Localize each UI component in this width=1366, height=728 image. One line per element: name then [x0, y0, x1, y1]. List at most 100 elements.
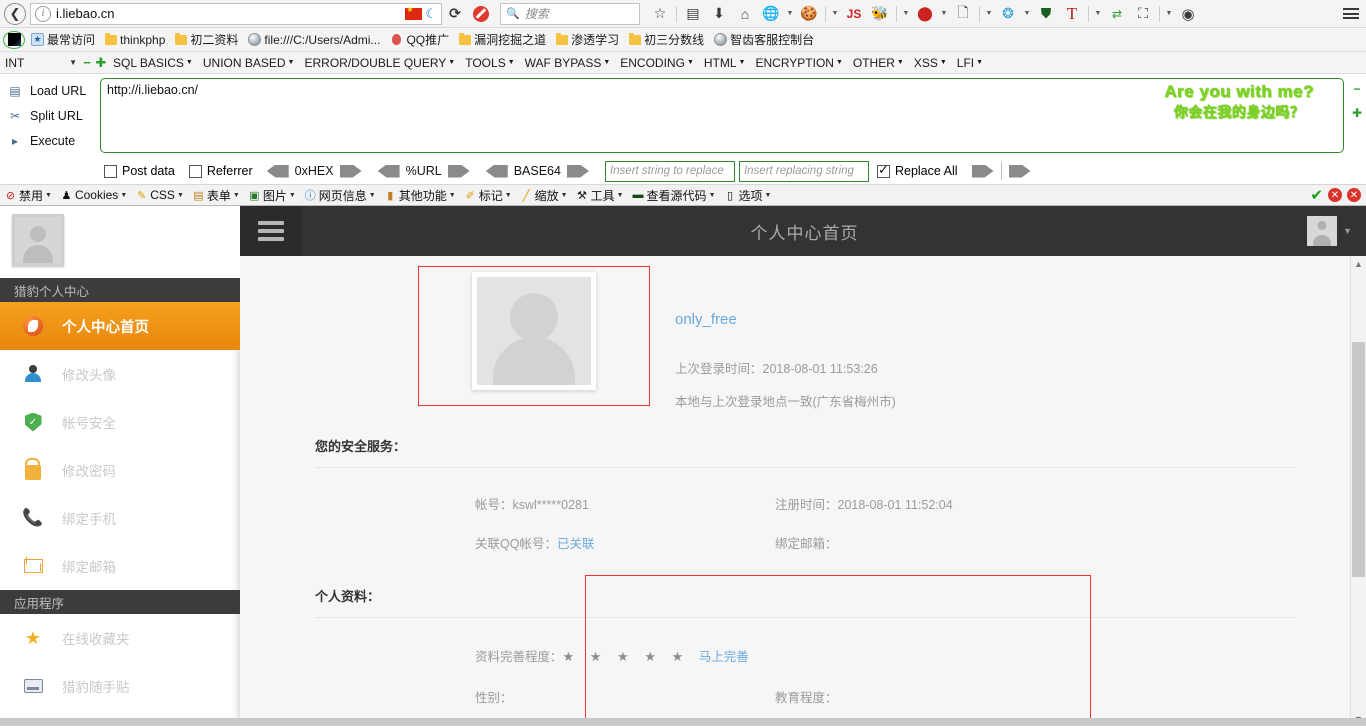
sidebar-item-online-favorites[interactable]: ★ 在线收藏夹: [0, 614, 240, 662]
sidebar-avatar[interactable]: [0, 206, 240, 278]
scroll-up-arrow-icon[interactable]: ▲: [1351, 256, 1366, 271]
wd-tools[interactable]: ⚒ 工具 ▼: [572, 187, 628, 204]
load-url-button[interactable]: ▤ Load URL: [0, 78, 100, 103]
wd-options[interactable]: ▯ 选项 ▼: [720, 187, 776, 204]
bookmark-item[interactable]: 渗透学习: [552, 30, 623, 49]
avatar[interactable]: [12, 214, 64, 266]
improve-profile-link[interactable]: 马上完善: [699, 650, 749, 664]
referrer-checkbox[interactable]: Referrer: [188, 164, 253, 178]
arrow-right-icon[interactable]: [339, 164, 362, 178]
replace-from-input[interactable]: Insert string to replace: [604, 160, 735, 182]
wd-forms[interactable]: ▤ 表单 ▼: [188, 187, 244, 204]
wd-outline[interactable]: ✐ 标记 ▼: [460, 187, 516, 204]
moon-icon[interactable]: ☾: [425, 6, 437, 22]
replace-all-checkbox[interactable]: Replace All: [876, 162, 958, 178]
menu-encryption[interactable]: ENCRYPTION ▼: [750, 56, 847, 70]
swirl-icon[interactable]: ❂: [996, 2, 1020, 26]
chevron-down-icon[interactable]: ▼: [830, 10, 840, 17]
plus-button[interactable]: ✚: [94, 55, 108, 71]
scrollbar-thumb[interactable]: [1352, 342, 1365, 577]
plus-button[interactable]: ✚: [1352, 106, 1362, 120]
wd-disable[interactable]: ⊘ 禁用 ▼: [0, 187, 56, 204]
int-type-select[interactable]: INT ▼: [0, 56, 80, 70]
menu-waf-bypass[interactable]: WAF BYPASS ▼: [520, 56, 616, 70]
china-flag-icon[interactable]: [405, 5, 423, 20]
sidebar-item-home[interactable]: 个人中心首页: [0, 302, 240, 350]
menu-sql-basics[interactable]: SQL BASICS ▼: [108, 56, 198, 70]
qq-status-link[interactable]: 已关联: [557, 537, 595, 551]
wd-resize[interactable]: ╱ 缩放 ▼: [516, 187, 572, 204]
url-encoder[interactable]: %URL: [377, 164, 470, 178]
menu-tools[interactable]: TOOLS ▼: [460, 56, 519, 70]
sidebar-item-change-avatar[interactable]: 修改头像: [0, 350, 240, 398]
sidebar-item-bind-email[interactable]: 绑定邮箱: [0, 542, 240, 590]
star-icon[interactable]: ☆: [648, 2, 672, 26]
hex-encoder[interactable]: 0xHEX: [266, 164, 362, 178]
menu-error-double-query[interactable]: ERROR/DOUBLE QUERY ▼: [299, 56, 460, 70]
cookie-icon[interactable]: 🍪: [797, 2, 821, 26]
base64-encoder[interactable]: BASE64: [485, 164, 589, 178]
arrow-left-icon[interactable]: [485, 164, 508, 178]
bookmark-item[interactable]: 智齿客服控制台: [710, 30, 818, 49]
red-shield-icon[interactable]: ⬤: [913, 2, 937, 26]
wd-page-info[interactable]: ⓘ 网页信息 ▼: [300, 187, 380, 204]
vertical-scrollbar[interactable]: ▲ ▼: [1350, 256, 1366, 726]
replace-to-input[interactable]: Insert replacing string: [738, 160, 869, 182]
library-icon[interactable]: ▤: [681, 2, 705, 26]
arrow-right-icon[interactable]: [447, 164, 470, 178]
chevron-down-icon[interactable]: ▼: [1343, 226, 1352, 236]
globe-icon[interactable]: 🌐: [759, 2, 783, 26]
bookmark-item[interactable]: file:///C:/Users/Admi...: [244, 32, 384, 48]
chrome-icon[interactable]: ◉: [1176, 2, 1200, 26]
bookmark-item[interactable]: 漏洞挖掘之道: [455, 30, 550, 49]
bookmark-item[interactable]: 初二资料: [171, 30, 242, 49]
green-shield-icon[interactable]: ⛊: [1034, 2, 1058, 26]
page-icon[interactable]: 🗋: [951, 2, 975, 26]
chevron-down-icon[interactable]: ▼: [939, 10, 949, 17]
wd-css[interactable]: ✎ CSS ▼: [131, 188, 188, 202]
sidebar-item-bind-phone[interactable]: 📞 绑定手机: [0, 494, 240, 542]
replace-apply-arrow-icon-2[interactable]: [1008, 164, 1031, 178]
chevron-down-icon[interactable]: ▼: [1164, 10, 1174, 17]
bug-icon[interactable]: 🐝: [868, 2, 892, 26]
download-icon[interactable]: ⬇: [707, 2, 731, 26]
js-icon[interactable]: JS: [842, 2, 866, 26]
menu-xss[interactable]: XSS ▼: [909, 56, 952, 70]
sidebar-item-account-security[interactable]: ✓ 帐号安全: [0, 398, 240, 446]
minus-button[interactable]: −: [1353, 82, 1360, 96]
back-button[interactable]: ❮: [2, 1, 28, 27]
split-url-button[interactable]: ✂ Split URL: [0, 103, 100, 128]
tamper-data-icon[interactable]: T: [1060, 2, 1084, 26]
execute-button[interactable]: ▸ Execute: [0, 128, 100, 153]
site-info-icon[interactable]: i: [35, 5, 51, 22]
bookmark-item[interactable]: QQ推广: [386, 30, 453, 49]
home-icon[interactable]: ⌂: [733, 2, 757, 26]
exchange-arrows-icon[interactable]: ⇄: [1105, 2, 1129, 26]
crop-icon[interactable]: ⛶: [1131, 2, 1155, 26]
menu-union-based[interactable]: UNION BASED ▼: [198, 56, 300, 70]
wd-cookies[interactable]: ♟ Cookies ▼: [56, 188, 131, 202]
post-data-checkbox[interactable]: Post data: [104, 164, 175, 178]
minus-button[interactable]: −: [80, 55, 94, 70]
bookmark-item[interactable]: thinkphp: [101, 32, 169, 48]
bookmark-logo-icon[interactable]: [3, 30, 25, 49]
sidebar-toggle-button[interactable]: [240, 206, 302, 256]
sidebar-item-sticky-note[interactable]: 猎豹随手贴: [0, 662, 240, 710]
chevron-down-icon[interactable]: ▼: [901, 10, 911, 17]
wd-view-source[interactable]: ▬ 查看源代码 ▼: [628, 187, 720, 204]
username[interactable]: only_free: [675, 311, 896, 328]
close-icon-2[interactable]: ✕: [1347, 188, 1361, 202]
menu-other[interactable]: OTHER ▼: [848, 56, 909, 70]
arrow-left-icon[interactable]: [266, 164, 289, 178]
chevron-down-icon[interactable]: ▼: [785, 10, 795, 17]
chevron-down-icon[interactable]: ▼: [1093, 10, 1103, 17]
arrow-left-icon[interactable]: [377, 164, 400, 178]
reload-button[interactable]: ⟳: [442, 1, 468, 27]
chevron-down-icon[interactable]: ▼: [984, 10, 994, 17]
check-icon[interactable]: ✔: [1310, 186, 1323, 204]
address-bar[interactable]: i i.liebao.cn ☾: [30, 2, 442, 25]
chevron-down-icon[interactable]: ▼: [1022, 10, 1032, 17]
menu-encoding[interactable]: ENCODING ▼: [615, 56, 699, 70]
profile-avatar[interactable]: [472, 272, 596, 390]
horizontal-scrollbar[interactable]: [0, 718, 1366, 726]
